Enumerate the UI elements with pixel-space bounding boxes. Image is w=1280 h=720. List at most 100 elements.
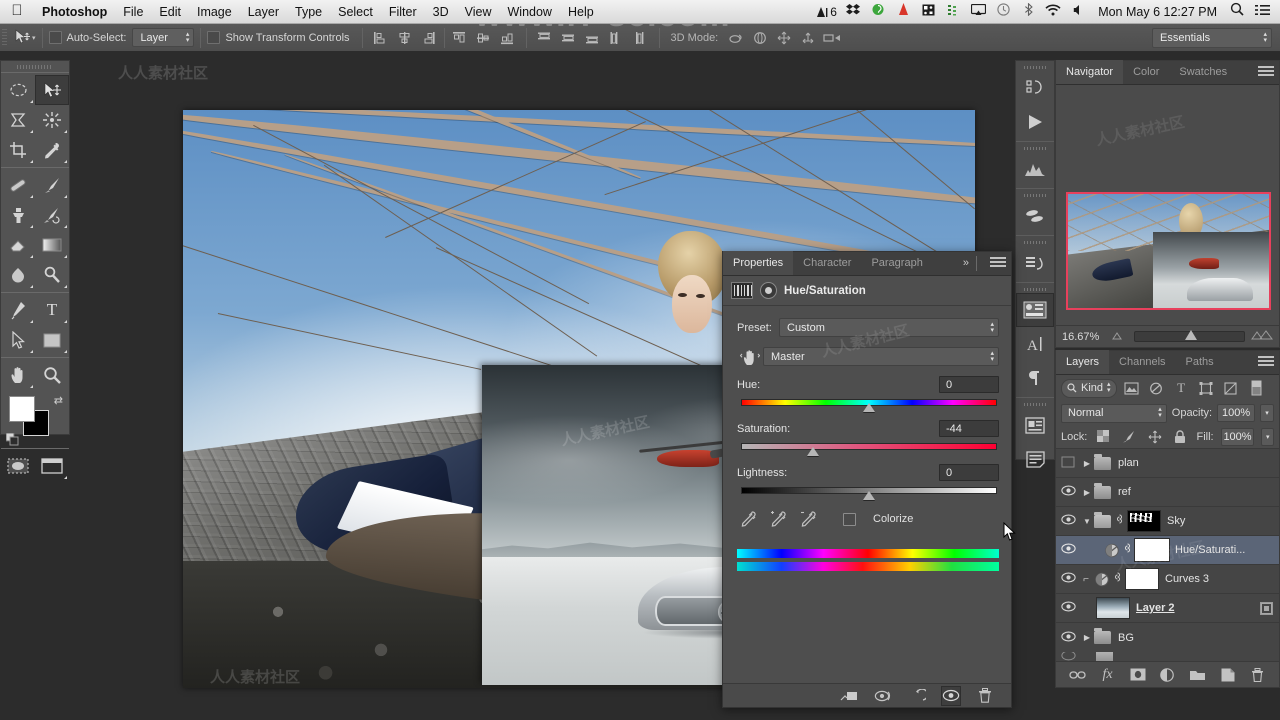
layer-name[interactable]: Curves 3 xyxy=(1165,573,1209,585)
align-left-edges-icon[interactable] xyxy=(369,27,393,49)
notification-center-icon[interactable] xyxy=(1250,0,1274,24)
mask-icon[interactable] xyxy=(760,282,777,299)
swap-colors-icon[interactable]: ⇄ xyxy=(54,394,63,407)
search-icon[interactable] xyxy=(1225,0,1249,24)
scale-3d-object-icon[interactable] xyxy=(820,27,844,49)
clip-to-layer-icon[interactable] xyxy=(839,686,859,706)
menu-clock[interactable]: Mon May 6 12:27 PM xyxy=(1091,5,1224,19)
menu-item-image[interactable]: Image xyxy=(189,0,240,24)
gradient-tool[interactable] xyxy=(35,230,69,260)
character-icon[interactable]: A xyxy=(1016,327,1054,361)
eraser-tool[interactable] xyxy=(1,230,35,260)
eyedropper-tool[interactable] xyxy=(35,135,69,165)
tab-paths[interactable]: Paths xyxy=(1176,350,1224,374)
align-right-edges-icon[interactable] xyxy=(417,27,441,49)
disclosure-triangle-icon[interactable]: ▶ xyxy=(1080,488,1094,497)
rectangle-tool[interactable] xyxy=(35,325,69,355)
blur-tool[interactable] xyxy=(1,260,35,290)
table-row[interactable]: Hue/Saturati... xyxy=(1056,536,1279,565)
path-selection-tool[interactable] xyxy=(1,325,35,355)
roll-3d-object-icon[interactable] xyxy=(748,27,772,49)
align-top-edges-icon[interactable] xyxy=(448,27,472,49)
lock-image-pixels-icon[interactable] xyxy=(1120,426,1139,447)
menu-item-window[interactable]: Window xyxy=(500,0,560,24)
align-bottom-edges-icon[interactable] xyxy=(496,27,520,49)
distribute-top-edges-icon[interactable] xyxy=(533,27,557,49)
layer-style-icon[interactable]: fx xyxy=(1099,666,1117,684)
layer-mask-thumbnail[interactable] xyxy=(1134,538,1170,562)
table-row[interactable]: ▼ Sky xyxy=(1056,507,1279,536)
preset-dropdown[interactable]: Custom ▴ ▾ xyxy=(779,318,999,337)
layer-mask-thumbnail[interactable] xyxy=(1125,568,1159,590)
new-adjustment-layer-icon[interactable] xyxy=(1159,666,1177,684)
collapse-double-arrow-icon[interactable]: » xyxy=(963,257,969,269)
wifi-icon[interactable] xyxy=(1041,0,1065,24)
delete-layer-icon[interactable] xyxy=(1249,666,1267,684)
curves-adjustment-icon[interactable] xyxy=(1092,572,1112,587)
filter-shape-icon[interactable] xyxy=(1196,378,1217,399)
dodge-tool[interactable] xyxy=(35,260,69,290)
clone-stamp-tool[interactable] xyxy=(1,200,35,230)
workspace-selector[interactable]: Essentials ▴ ▾ xyxy=(1152,27,1272,48)
tab-channels[interactable]: Channels xyxy=(1109,350,1175,374)
align-horizontal-centers-icon[interactable] xyxy=(393,27,417,49)
disclosure-triangle-icon[interactable]: ▶ xyxy=(1080,459,1094,468)
tab-swatches[interactable]: Swatches xyxy=(1169,60,1237,84)
tools-panel-grip[interactable] xyxy=(1,61,69,72)
evernote-icon[interactable] xyxy=(866,0,890,24)
panel-menu-icon[interactable] xyxy=(1258,356,1274,370)
apple-logo-icon[interactable]:  xyxy=(0,3,34,20)
layer-name[interactable]: ref xyxy=(1118,486,1131,498)
menu-item-select[interactable]: Select xyxy=(330,0,381,24)
zoom-slider[interactable] xyxy=(1134,330,1245,342)
mini-bridge-icon[interactable] xyxy=(1016,71,1054,105)
notes-icon[interactable] xyxy=(1016,442,1054,476)
default-colors-icon[interactable] xyxy=(5,432,19,446)
colorize-checkbox[interactable] xyxy=(843,512,856,526)
menu-item-filter[interactable]: Filter xyxy=(381,0,425,24)
new-layer-icon[interactable] xyxy=(1219,666,1237,684)
bandwidth-icon[interactable]: 6 xyxy=(816,0,840,24)
menu-item-file[interactable]: File xyxy=(115,0,151,24)
menu-item-photoshop[interactable]: Photoshop xyxy=(34,0,115,24)
new-group-icon[interactable] xyxy=(1189,666,1207,684)
layer-mask-thumbnail[interactable] xyxy=(1127,510,1161,532)
layer-visibility-toggle[interactable] xyxy=(1056,652,1080,661)
fill-chevron-down-icon[interactable]: ▾ xyxy=(1261,427,1274,446)
filter-kind-dropdown[interactable]: Kind ▴ ▾ xyxy=(1061,378,1117,398)
tab-paragraph[interactable]: Paragraph xyxy=(861,251,932,275)
layer-visibility-toggle[interactable] xyxy=(1056,572,1080,586)
menu-item-help[interactable]: Help xyxy=(560,0,602,24)
volume-icon[interactable] xyxy=(1066,0,1090,24)
distribute-left-edges-icon[interactable] xyxy=(605,27,629,49)
layer-name[interactable]: Layer 2 xyxy=(1136,602,1175,614)
filter-smart-object-icon[interactable] xyxy=(1221,378,1242,399)
filter-pixel-icon[interactable] xyxy=(1121,378,1142,399)
menu-item-edit[interactable]: Edit xyxy=(151,0,189,24)
link-layers-icon[interactable] xyxy=(1069,666,1087,684)
opacity-value[interactable]: 100% xyxy=(1217,404,1256,422)
bluetooth-icon[interactable] xyxy=(1016,0,1040,24)
rail-grip[interactable] xyxy=(1016,144,1054,152)
layer-name[interactable]: Sky xyxy=(1167,515,1185,527)
auto-select-checkbox[interactable] xyxy=(48,31,62,44)
pen-tool[interactable] xyxy=(1,295,35,325)
tool-preset-chevron-icon[interactable]: ▾ xyxy=(32,34,36,42)
delete-adjustment-icon[interactable] xyxy=(975,686,995,706)
lock-transparent-pixels-icon[interactable] xyxy=(1094,426,1113,447)
menu-item-view[interactable]: View xyxy=(457,0,500,24)
brush-tool[interactable] xyxy=(35,170,69,200)
navigator-preview[interactable] xyxy=(1056,85,1279,325)
properties-icon[interactable] xyxy=(1016,293,1054,327)
auto-select-dropdown[interactable]: Layer ▴ ▾ xyxy=(132,28,195,47)
zoom-out-icon[interactable] xyxy=(1110,330,1128,343)
link-mask-icon[interactable] xyxy=(1114,514,1125,529)
foreground-color-swatch[interactable] xyxy=(9,396,35,422)
rail-grip[interactable] xyxy=(1016,191,1054,199)
distribute-bottom-edges-icon[interactable] xyxy=(581,27,605,49)
hue-slider-track[interactable] xyxy=(741,398,997,412)
layer-comps-icon[interactable] xyxy=(1016,408,1054,442)
table-row[interactable]: ▶ BG xyxy=(1056,623,1279,652)
fill-value[interactable]: 100% xyxy=(1220,427,1255,446)
layer-name[interactable]: BG xyxy=(1118,632,1134,644)
